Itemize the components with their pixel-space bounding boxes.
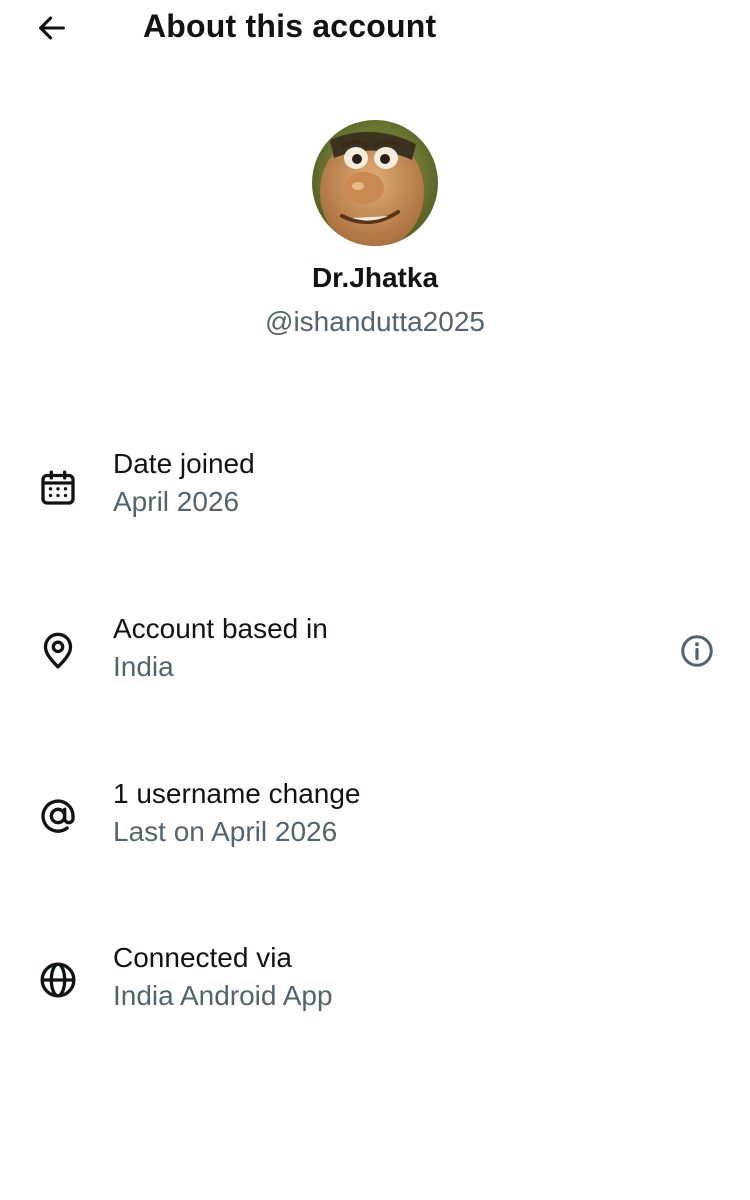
detail-title: 1 username change: [113, 778, 361, 809]
username-handle: @ishandutta2025: [265, 306, 485, 337]
cartoon-face-avatar: [312, 120, 438, 246]
detail-title: Connected via: [113, 942, 293, 973]
header-bar: About this account: [0, 0, 750, 60]
detail-title: Date joined: [113, 448, 255, 479]
display-name: Dr.Jhatka: [311, 262, 439, 293]
back-button[interactable]: [28, 6, 76, 50]
detail-title: Account based in: [113, 613, 328, 644]
detail-value: April 2026: [113, 486, 240, 517]
page-title: About this account: [143, 8, 437, 44]
info-icon: [681, 635, 713, 667]
at-sign-icon: [34, 792, 82, 840]
info-button[interactable]: [672, 626, 722, 676]
detail-row-date-joined: Date joined April 2026: [0, 448, 750, 548]
detail-value: Last on April 2026: [113, 816, 338, 847]
detail-value: India Android App: [113, 980, 333, 1011]
globe-icon: [34, 956, 82, 1004]
arrow-left-icon: [39, 16, 65, 40]
calendar-icon: [34, 464, 82, 512]
detail-row-account-based-in: Account based in India: [0, 613, 750, 713]
location-pin-icon: [34, 627, 82, 675]
detail-row-connected-via: Connected via India Android App: [0, 942, 750, 1042]
detail-value: India: [113, 651, 174, 682]
avatar[interactable]: [312, 120, 438, 246]
detail-row-username-change: 1 username change Last on April 2026: [0, 778, 750, 878]
